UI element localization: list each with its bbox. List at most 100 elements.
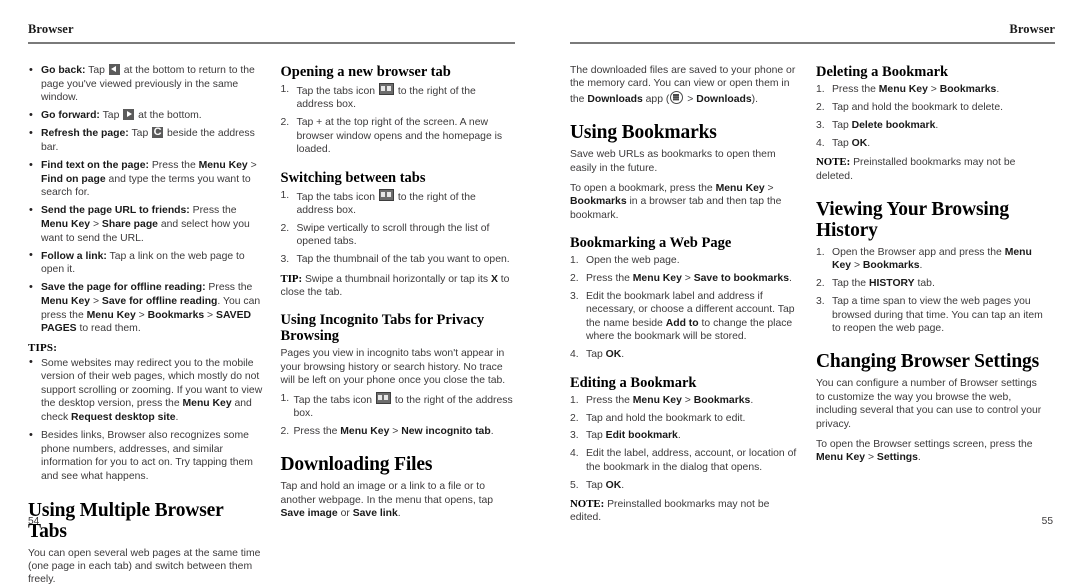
heading-editing-a-bookmark: Editing a Bookmark — [570, 374, 697, 391]
list-item: Tap the tabs icon to the right of the ad… — [281, 188, 516, 218]
heading-changing-browser-settings: Changing Browser Settings — [816, 351, 1040, 373]
step-text: Tap OK. — [586, 349, 625, 361]
multiple-tabs-body: You can open several web pages at the sa… — [28, 547, 261, 586]
running-head-right: Browser — [570, 22, 1055, 48]
bullet-text: Tap at the bottom. — [99, 109, 202, 122]
running-head-left: Browser — [28, 22, 515, 48]
list-item: Edit the bookmark label and address if n… — [570, 290, 798, 344]
step-text: Tap Delete bookmark. — [832, 119, 939, 131]
list-item: Open the Browser app and press the Menu … — [816, 246, 1044, 273]
settings-body-2: To open the Browser settings screen, pre… — [816, 439, 1033, 464]
right-page-columns: The downloaded files are saved to your p… — [570, 64, 1055, 523]
browsing-tips-list: Go back: Tap at the bottom to return to … — [28, 64, 263, 336]
bookmarks-body-2: To open a bookmark, press the Menu Key >… — [570, 183, 782, 221]
incognito-body: Pages you view in incognito tabs won't a… — [280, 348, 506, 387]
list-item: Swipe vertically to scroll through the l… — [281, 222, 516, 249]
bullet-term: Follow a link: — [41, 250, 107, 262]
tabs-icon — [375, 391, 391, 404]
note-label: NOTE: — [816, 156, 851, 169]
heading-bookmarking-a-web-page: Bookmarking a Web Page — [570, 235, 732, 252]
step-text: Tap the tabs icon to the right of the ad… — [294, 391, 513, 419]
list-item: Tap Delete bookmark. — [816, 119, 1044, 133]
tip-label: TIP: — [280, 272, 303, 285]
list-item: Tap Edit bookmark. — [570, 429, 798, 443]
tip-body: Swipe a thumbnail horizontally or tap it… — [280, 273, 510, 298]
list-item: Press the Menu Key > New incognito tab. — [281, 425, 516, 439]
step-text: Tap the HISTORY tab. — [832, 278, 935, 290]
open-tab-steps: Tap the tabs icon to the right of the ad… — [281, 83, 516, 157]
apps-grid-icon — [670, 90, 684, 104]
list-item: Some websites may redirect you to the mo… — [28, 356, 263, 425]
bookmarking-steps: Open the web page. Press the Menu Key > … — [570, 254, 798, 362]
tip-text: Besides links, Browser also recognizes s… — [41, 430, 253, 482]
list-item: Besides links, Browser also recognizes s… — [28, 429, 263, 483]
list-item: Tap a time span to view the web pages yo… — [816, 295, 1044, 335]
left-column-1: Go back: Tap at the bottom to return to … — [28, 64, 263, 586]
heading-incognito-tabs: Using Incognito Tabs for Privacy Browsin… — [280, 312, 485, 345]
list-item: Tap and hold the bookmark to edit. — [570, 412, 798, 426]
list-item: Tap and hold the bookmark to delete. — [816, 101, 1044, 115]
step-text: Edit the bookmark label and address if n… — [586, 291, 795, 343]
bullet-term: Go back: — [41, 65, 86, 76]
bullet-term: Refresh the page: — [41, 128, 129, 140]
list-item: Open the web page. — [570, 254, 798, 268]
header-rule — [28, 42, 515, 44]
page-number-right: 55 — [1041, 516, 1053, 527]
downloads-location-body: The downloaded files are saved to your p… — [570, 65, 796, 105]
step-text: Swipe vertically to scroll through the l… — [296, 222, 490, 248]
heading-using-multiple-browser-tabs: Using Multiple Browser Tabs — [28, 499, 224, 542]
step-text: Tap Edit bookmark. — [586, 430, 681, 442]
deleting-steps: Press the Menu Key > Bookmarks. Tap and … — [816, 83, 1044, 151]
tip-text: Some websites may redirect you to the mo… — [41, 357, 263, 424]
step-text: Tap a time span to view the web pages yo… — [832, 296, 1043, 334]
bullet-term: Find text on the page: — [41, 160, 149, 172]
list-item: Save the page for offline reading: Press… — [28, 281, 263, 335]
list-item: Go forward: Tap at the bottom. — [28, 109, 263, 123]
right-column-1: The downloaded files are saved to your p… — [570, 64, 798, 523]
left-page: Browser Go back: Tap at the bottom to re… — [0, 0, 540, 586]
list-item: Tap the tabs icon to the right of the ad… — [281, 83, 516, 112]
manual-page-spread: Browser Go back: Tap at the bottom to re… — [0, 0, 1080, 586]
refresh-icon — [152, 126, 164, 139]
running-head-text: Browser — [1009, 22, 1055, 36]
back-arrow-icon — [108, 64, 120, 75]
step-text: Tap OK. — [586, 479, 625, 491]
step-text: Press the Menu Key > New incognito tab. — [293, 425, 494, 437]
list-item: Edit the label, address, account, or loc… — [570, 447, 798, 474]
step-text: Edit the label, address, account, or loc… — [586, 448, 797, 473]
list-item: Tap the thumbnail of the tab you want to… — [281, 253, 516, 267]
step-text: Tap and hold the bookmark to edit. — [586, 412, 746, 424]
running-head-text: Browser — [28, 22, 74, 36]
list-item: Find text on the page: Press the Menu Ke… — [28, 159, 263, 200]
switching-steps: Tap the tabs icon to the right of the ad… — [281, 188, 516, 267]
step-text: Tap the tabs icon to the right of the ad… — [297, 83, 476, 110]
list-item: Tap the tabs icon to the right of the ad… — [281, 391, 516, 421]
step-text: Tap and hold the bookmark to delete. — [832, 101, 1003, 113]
list-item: Refresh the page: Tap beside the address… — [28, 126, 263, 154]
heading-downloading-files: Downloading Files — [280, 454, 433, 476]
list-item: Tap OK. — [570, 348, 798, 362]
settings-body-1: You can configure a number of Browser se… — [816, 378, 1042, 430]
tips-label: TIPS: — [28, 341, 58, 354]
downloading-body: Tap and hold an image or a link to a fil… — [280, 481, 494, 520]
incognito-steps: Tap the tabs icon to the right of the ad… — [281, 391, 516, 439]
left-column-2: Opening a new browser tab Tap the tabs i… — [280, 64, 516, 519]
list-item: Go back: Tap at the bottom to return to … — [28, 64, 263, 105]
page-number-left: 54 — [28, 516, 40, 527]
left-page-columns: Go back: Tap at the bottom to return to … — [28, 64, 516, 586]
deleting-note: NOTE: Preinstalled bookmarks may not be … — [816, 156, 1044, 183]
bullet-term: Go forward: — [41, 110, 100, 122]
step-text: Tap + at the top right of the screen. A … — [296, 117, 503, 156]
list-item: Tap OK. — [570, 479, 798, 493]
step-text: Press the Menu Key > Bookmarks. — [832, 84, 1000, 95]
list-item: Press the Menu Key > Bookmarks. — [570, 394, 798, 408]
bullet-term: Save the page for offline reading: — [41, 282, 206, 294]
tabs-icon — [378, 188, 394, 201]
heading-viewing-browsing-history: Viewing Your Browsing History — [816, 198, 1009, 241]
list-item: Tap OK. — [816, 137, 1044, 151]
list-item: Press the Menu Key > Save to bookmarks. — [570, 272, 798, 286]
heading-deleting-a-bookmark: Deleting a Bookmark — [816, 64, 949, 80]
tabs-icon — [378, 83, 394, 95]
step-text: Tap the tabs icon to the right of the ad… — [297, 188, 476, 216]
right-page: Browser The downloaded files are saved t… — [540, 0, 1080, 539]
